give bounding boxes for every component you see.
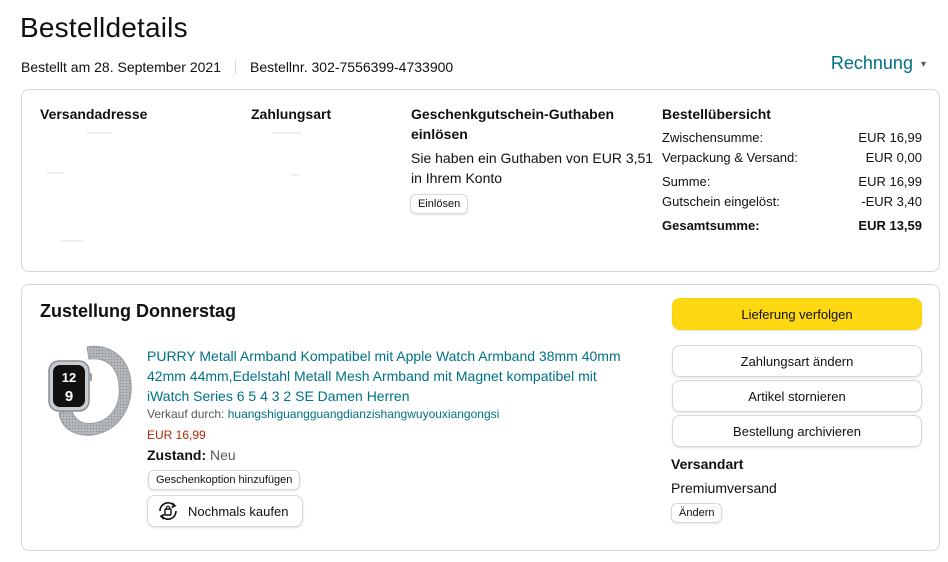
delivery-card: Zustellung Donnerstag 12 9 PURRY Metall … [21, 284, 940, 551]
delivery-title: Zustellung Donnerstag [40, 301, 237, 321]
redacted-address-line [86, 132, 112, 134]
buy-again-label: Nochmals kaufen [188, 503, 289, 519]
meta-divider [235, 60, 237, 74]
change-shipping-button[interactable]: Ändern [671, 503, 723, 523]
order-date: Bestellt am 28. September 2021 [21, 59, 222, 75]
summary-value: EUR 13,59 [858, 218, 922, 233]
giftcard-text-line: Sie haben ein Guthaben von EUR 3,51 [411, 150, 654, 166]
seller-link[interactable]: huangshiguangguangdianzishangwuyouxiango… [228, 407, 500, 421]
summary-label: Summe: [662, 174, 711, 189]
archive-order-button[interactable]: Bestellung archivieren [672, 415, 922, 447]
invoice-dropdown[interactable]: Rechnung ▾ [831, 53, 926, 74]
archive-order-label: Bestellung archivieren [733, 423, 861, 439]
redeem-button[interactable]: Einlösen [410, 194, 469, 214]
product-title-link[interactable]: PURRY Metall Armband Kompatibel mit Appl… [147, 346, 647, 406]
chevron-down-icon: ▾ [920, 59, 926, 70]
summary-row-sum: Summe: EUR 16,99 [662, 173, 922, 191]
summary-value: -EUR 3,40 [861, 194, 922, 209]
giftcard-balance-text: Sie haben ein Guthaben von EUR 3,51 in I… [411, 148, 653, 188]
cancel-item-button[interactable]: Artikel stornieren [672, 380, 922, 412]
summary-label: Verpackung & Versand: [662, 150, 798, 165]
summary-row-voucher: Gutschein eingelöst: -EUR 3,40 [662, 193, 922, 211]
page-title: Bestelldetails [20, 12, 188, 43]
giftcard-text-line: in Ihrem Konto [411, 170, 503, 186]
giftcard-title: Geschenkgutschein-Guthaben einlösen [411, 104, 614, 144]
order-number: Bestellnr. 302-7556399-4733900 [250, 59, 454, 75]
product-price: EUR 16,99 [147, 428, 206, 442]
invoice-label: Rechnung [830, 53, 913, 73]
seller-row: Verkauf durch: huangshiguangguangdianzis… [147, 407, 499, 421]
condition-label: Zustand: [147, 447, 207, 463]
summary-row-total: Gesamtsumme: EUR 13,59 [662, 217, 922, 235]
summary-label: Zwischensumme: [662, 130, 764, 145]
product-title-line: PURRY Metall Armband Kompatibel mit Appl… [147, 348, 621, 364]
giftcard-title-line: Geschenkgutschein-Guthaben [411, 106, 615, 122]
product-condition: Zustand: Neu [147, 447, 236, 463]
order-meta: Bestellt am 28. September 2021 Bestellnr… [21, 59, 453, 75]
condition-value: Neu [210, 447, 236, 463]
product-title-line: iWatch Series 6 5 4 3 2 SE Damen Herren [147, 388, 410, 404]
sold-by-label: Verkauf durch: [147, 407, 225, 421]
summary-label: Gesamtsumme: [662, 218, 760, 233]
redacted-address-line [46, 172, 64, 174]
product-image[interactable]: 12 9 [47, 343, 133, 439]
summary-value: EUR 16,99 [858, 174, 922, 189]
product-title-line: 42mm 44mm,Edelstahl Metall Mesh Armband … [147, 368, 597, 384]
change-payment-button[interactable]: Zahlungsart ändern [672, 345, 922, 377]
giftcard-title-line: einlösen [411, 126, 468, 142]
watch-face-number: 9 [65, 388, 73, 405]
shipping-address-title: Versandadresse [40, 106, 148, 122]
shipping-type-title: Versandart [671, 456, 744, 472]
track-delivery-button[interactable]: Lieferung verfolgen [672, 298, 922, 330]
buy-again-button[interactable]: Nochmals kaufen [147, 495, 303, 527]
summary-label: Gutschein eingelöst: [662, 194, 780, 209]
change-payment-label: Zahlungsart ändern [740, 353, 854, 369]
redacted-address-line [60, 240, 84, 242]
redacted-payment-line [290, 174, 300, 176]
summary-row-shipping: Verpackung & Versand: EUR 0,00 [662, 149, 922, 167]
summary-row-subtotal: Zwischensumme: EUR 16,99 [662, 129, 922, 147]
track-delivery-label: Lieferung verfolgen [741, 306, 853, 322]
payment-title: Zahlungsart [251, 106, 332, 122]
redacted-payment-line [272, 132, 302, 134]
watch-face-number: 12 [62, 370, 76, 385]
summary-value: EUR 16,99 [858, 130, 922, 145]
summary-value: EUR 0,00 [865, 150, 922, 165]
shipping-type-value: Premiumversand [671, 480, 777, 496]
order-summary-card: Versandadresse Zahlungsart Geschenkgutsc… [21, 89, 940, 272]
cancel-item-label: Artikel stornieren [748, 388, 846, 404]
add-gift-option-button[interactable]: Geschenkoption hinzufügen [148, 470, 301, 490]
buy-again-icon [159, 501, 177, 521]
order-overview-title: Bestellübersicht [662, 106, 771, 122]
